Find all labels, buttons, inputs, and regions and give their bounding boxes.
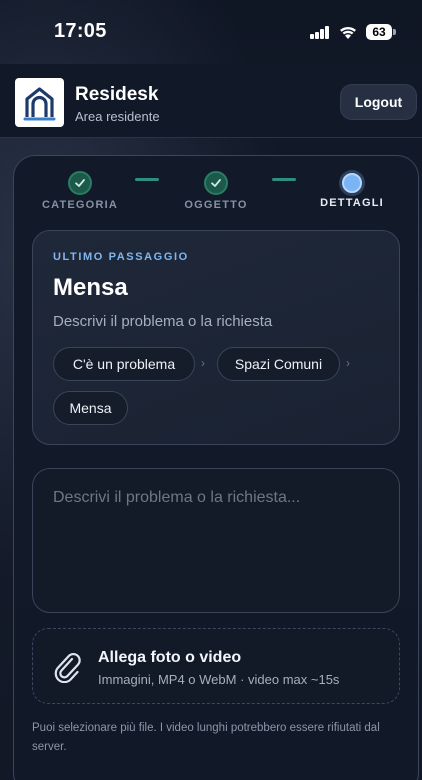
- step-connector: [272, 178, 296, 181]
- attach-subtitle: Immagini, MP4 o WebM · video max ~15s: [98, 672, 340, 687]
- signal-icon: [310, 26, 330, 39]
- step-dettagli-current-dot: [342, 173, 362, 193]
- summary-eyebrow: ULTIMO PASSAGGIO: [53, 251, 189, 263]
- step-label-oggetto: OGGETTO: [184, 199, 248, 211]
- step-label-categoria: CATEGORIA: [42, 199, 118, 211]
- battery-level: 63: [366, 24, 392, 40]
- chevron-right-icon: ›: [346, 356, 350, 370]
- step-connector: [135, 178, 159, 181]
- status-bar: 17:05 63: [0, 0, 422, 64]
- description-textarea[interactable]: [32, 468, 400, 613]
- logout-button[interactable]: Logout: [340, 84, 417, 120]
- step-categoria-check-icon[interactable]: [68, 171, 92, 195]
- breadcrumb-chip-item[interactable]: Mensa: [53, 391, 128, 425]
- attach-title: Allega foto o video: [98, 649, 242, 666]
- battery-icon: 63: [366, 24, 396, 40]
- upload-note: Puoi selezionare più file. I video lungh…: [32, 722, 380, 753]
- summary-title: Mensa: [53, 274, 128, 301]
- app-header: Residesk Area residente Logout: [0, 64, 422, 138]
- wifi-icon: [340, 26, 356, 39]
- app-name: Residesk: [75, 84, 159, 105]
- chevron-right-icon: ›: [201, 356, 205, 370]
- step-oggetto-check-icon[interactable]: [204, 171, 228, 195]
- breadcrumb-chip-area[interactable]: Spazi Comuni: [217, 347, 340, 381]
- status-time: 17:05: [54, 20, 107, 42]
- breadcrumb-chip-category[interactable]: C'è un problema: [53, 347, 195, 381]
- summary-subtitle: Descrivi il problema o la richiesta: [53, 313, 273, 330]
- app-subtitle: Area residente: [75, 109, 160, 124]
- residesk-logo-icon: [15, 78, 64, 127]
- step-label-dettagli: DETTAGLI: [320, 197, 384, 209]
- attach-media-button[interactable]: Allega foto o video Immagini, MP4 o WebM…: [32, 628, 400, 704]
- paperclip-icon: [54, 653, 81, 683]
- summary-card: ULTIMO PASSAGGIO Mensa Descrivi il probl…: [32, 230, 400, 445]
